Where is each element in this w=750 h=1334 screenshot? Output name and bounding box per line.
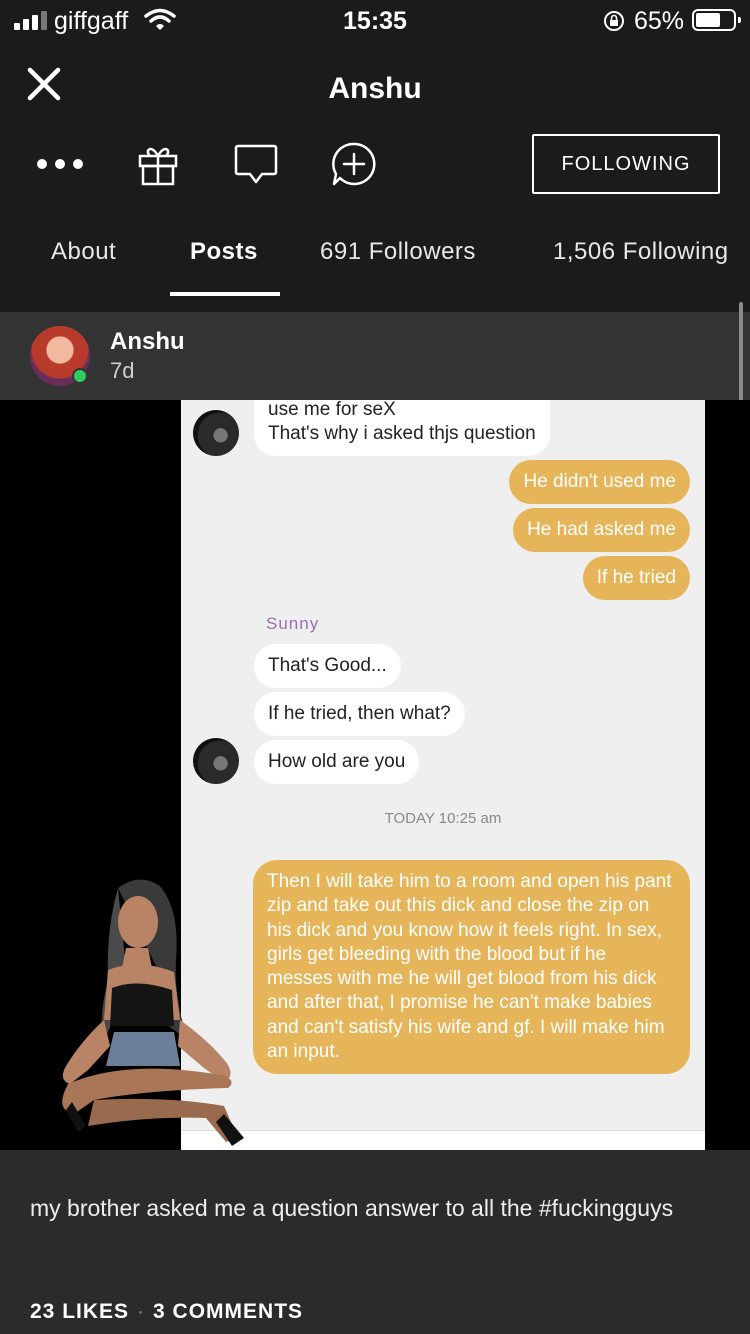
chat-message: He didn't used me (509, 460, 690, 504)
chat-message: Then I will take him to a room and open … (253, 860, 690, 1075)
active-tab-indicator (170, 292, 280, 296)
post-footer: my brother asked me a question answer to… (0, 1150, 750, 1334)
chat-avatar (193, 738, 239, 784)
battery-percent: 65% (634, 7, 685, 35)
tab-posts[interactable]: Posts (190, 238, 258, 266)
post-author[interactable]: Anshu (110, 328, 185, 356)
more-icon[interactable] (36, 140, 84, 188)
chat-message: use me for seX That's why i asked thjs q… (254, 400, 550, 456)
following-button[interactable]: FOLLOWING (532, 134, 720, 194)
chat-message: How old are you (254, 740, 420, 784)
chat-message: He had asked me (513, 508, 690, 552)
chat-avatar (193, 410, 239, 456)
orientation-lock-icon (604, 11, 624, 31)
tab-about[interactable]: About (51, 238, 116, 266)
chat-message: If he tried (582, 556, 690, 600)
stats-separator: · (137, 1300, 146, 1323)
likes-count[interactable]: 23 LIKES (30, 1300, 129, 1323)
battery-icon (692, 9, 741, 31)
post-stats: 23 LIKES · 3 COMMENTS (30, 1300, 303, 1324)
comments-count[interactable]: 3 COMMENTS (153, 1300, 303, 1323)
chat-message: That's Good... (254, 644, 401, 688)
post-header[interactable]: Anshu 7d (0, 312, 750, 400)
page-title: Anshu (328, 72, 422, 105)
tab-following[interactable]: 1,506 Following (553, 238, 729, 266)
status-bar: giffgaff 15:35 65% (0, 0, 750, 44)
post-caption: my brother asked me a question answer to… (30, 1195, 674, 1221)
chat-message: If he tried, then what? (254, 692, 465, 736)
chat-input-bar (181, 1130, 705, 1150)
avatar-figure-image (62, 879, 244, 1146)
online-status-dot (72, 368, 88, 384)
add-comment-icon[interactable] (330, 140, 378, 188)
post-image[interactable]: use me for seX That's why i asked thjs q… (0, 400, 750, 1150)
message-icon[interactable] (232, 140, 280, 188)
chat-sender-name: Sunny (266, 614, 320, 633)
profile-tabs: About Posts 691 Followers 1,506 Followin… (0, 230, 750, 296)
post-age: 7d (110, 358, 135, 383)
chat-screenshot: use me for seX That's why i asked thjs q… (181, 400, 705, 1150)
chat-timestamp: TODAY 10:25 am (384, 810, 502, 827)
tab-followers[interactable]: 691 Followers (320, 238, 476, 266)
gift-icon[interactable] (134, 140, 182, 188)
